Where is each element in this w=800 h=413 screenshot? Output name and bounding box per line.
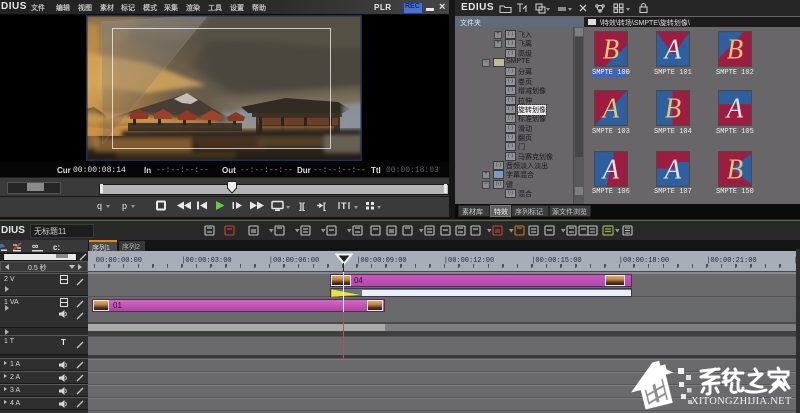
svg-text:q: q (97, 201, 102, 211)
svg-text:B: B (727, 33, 744, 65)
svg-text:A: A (663, 33, 681, 65)
svg-text:p: p (122, 201, 127, 211)
svg-text:B: B (603, 33, 620, 65)
svg-text:A: A (725, 92, 743, 124)
svg-text:A: A (663, 153, 681, 185)
svg-text:[: [ (323, 201, 326, 211)
svg-text:∞: ∞ (32, 241, 39, 251)
svg-text:c:: c: (53, 243, 60, 252)
svg-text:B: B (727, 153, 744, 185)
svg-text:][: ][ (299, 201, 305, 211)
svg-text:A: A (601, 153, 619, 185)
svg-text:B: B (665, 92, 682, 124)
svg-text:A: A (601, 92, 619, 124)
svg-text:T: T (341, 201, 347, 211)
